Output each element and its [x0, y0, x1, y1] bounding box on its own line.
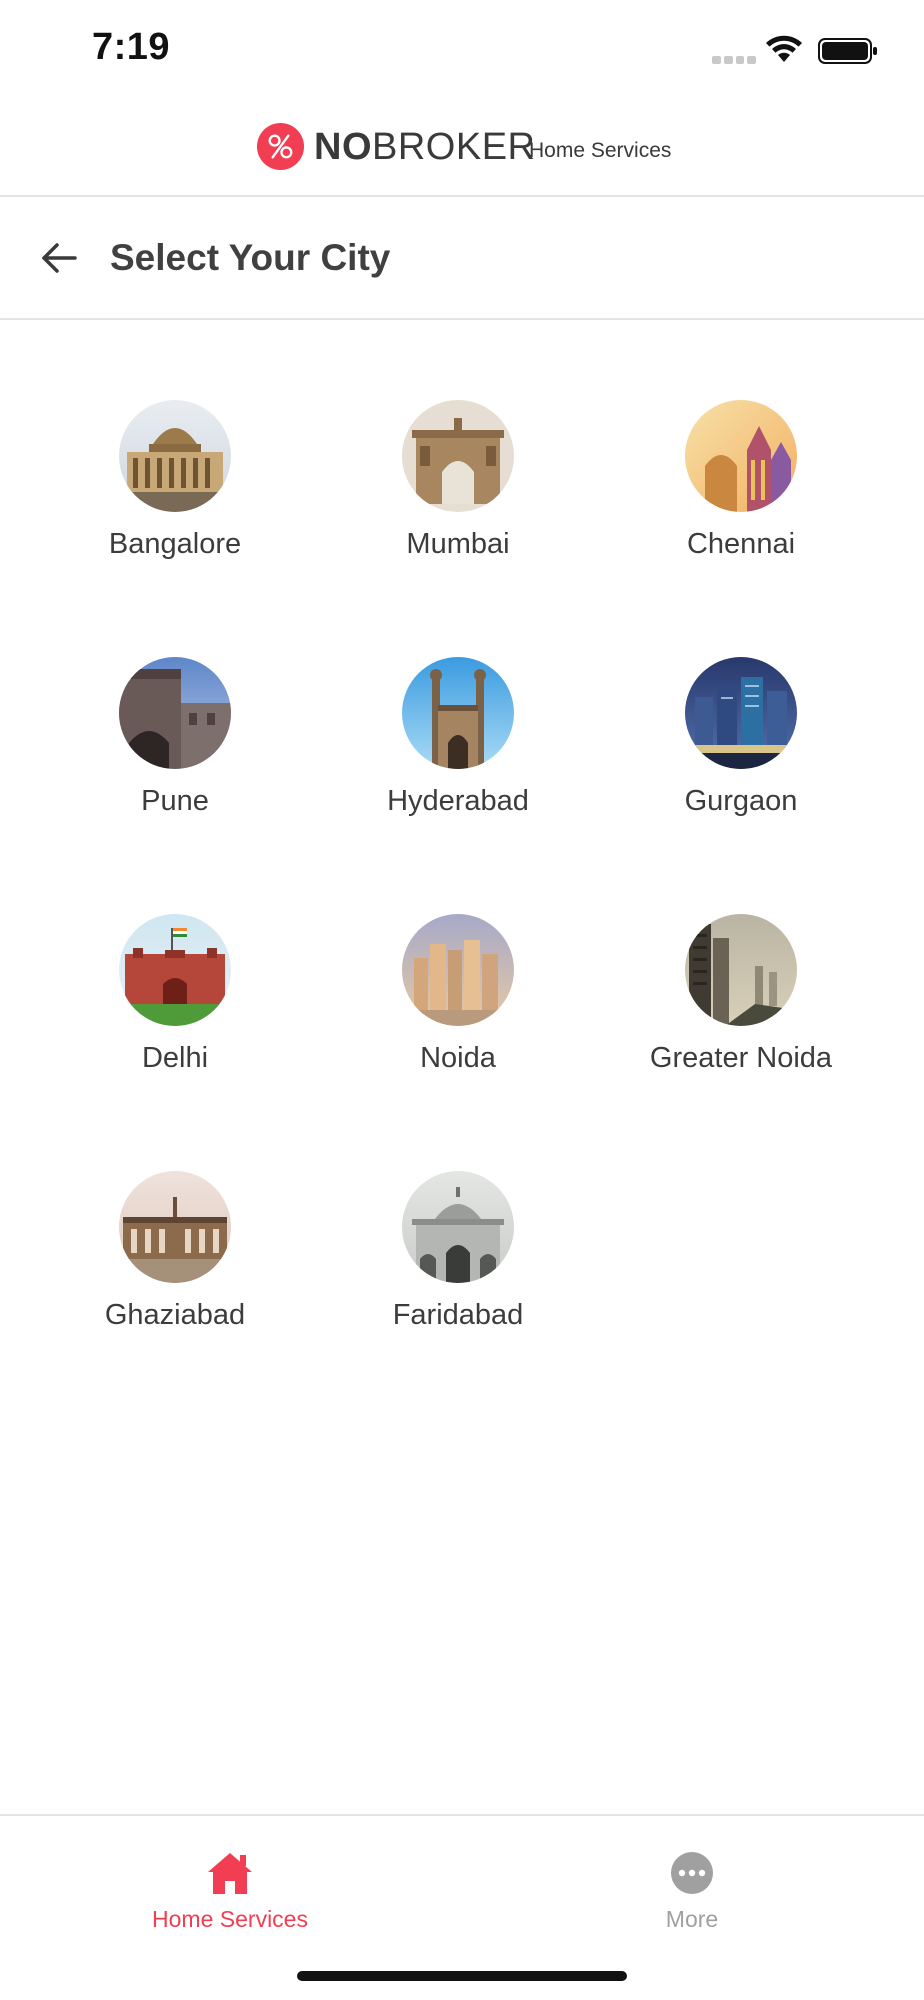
chennai-image — [685, 400, 797, 512]
nav-home-services[interactable]: Home Services — [110, 1832, 350, 1942]
city-pune[interactable]: Pune — [55, 657, 295, 857]
city-name: Greater Noida — [649, 1042, 833, 1074]
hyderabad-image — [402, 657, 514, 769]
more-dots-icon — [671, 1852, 713, 1894]
city-faridabad[interactable]: Faridabad — [338, 1171, 578, 1371]
cellular-signal-icon — [712, 56, 756, 64]
city-name: Noida — [420, 1042, 496, 1074]
city-noida[interactable]: Noida — [338, 914, 578, 1114]
nobroker-logo-icon — [256, 122, 305, 171]
city-name: Chennai — [686, 528, 796, 560]
city-name: Hyderabad — [387, 785, 529, 817]
city-name: Mumbai — [406, 528, 510, 560]
gurgaon-image — [685, 657, 797, 769]
city-ghaziabad[interactable]: Ghaziabad — [55, 1171, 295, 1371]
page-title: Select Your City — [110, 237, 391, 278]
nav-more[interactable]: More — [572, 1832, 812, 1942]
faridabad-image — [402, 1171, 514, 1283]
brand-name: NOBROKER — [314, 126, 536, 168]
arrow-left-icon[interactable] — [38, 237, 80, 279]
city-greater-noida[interactable]: Greater Noida — [621, 914, 861, 1114]
mumbai-image — [402, 400, 514, 512]
city-name: Bangalore — [108, 528, 242, 560]
home-indicator — [297, 1971, 627, 1981]
city-name: Faridabad — [392, 1299, 524, 1331]
page-header: Select Your City — [0, 197, 924, 320]
status-bar: 7:19 — [0, 0, 924, 100]
pune-image — [119, 657, 231, 769]
nav-label: More — [665, 1906, 719, 1932]
ghaziabad-image — [119, 1171, 231, 1283]
bangalore-image — [119, 400, 231, 512]
city-mumbai[interactable]: Mumbai — [338, 400, 578, 600]
city-delhi[interactable]: Delhi — [55, 914, 295, 1114]
city-name: Pune — [141, 785, 209, 817]
wifi-icon — [766, 35, 802, 62]
city-hyderabad[interactable]: Hyderabad — [338, 657, 578, 857]
city-name: Gurgaon — [684, 785, 798, 817]
brand-subtitle: Home Services — [529, 139, 672, 162]
brand-header: NOBROKER Home Services — [0, 100, 924, 197]
city-chennai[interactable]: Chennai — [621, 400, 861, 600]
city-bangalore[interactable]: Bangalore — [55, 400, 295, 600]
battery-icon — [818, 38, 877, 64]
city-name: Ghaziabad — [104, 1299, 246, 1331]
city-name: Delhi — [141, 1042, 209, 1074]
greater-noida-image — [685, 914, 797, 1026]
noida-image — [402, 914, 514, 1026]
delhi-image — [119, 914, 231, 1026]
nav-label: Home Services — [152, 1906, 308, 1932]
city-gurgaon[interactable]: Gurgaon — [621, 657, 861, 857]
status-time: 7:19 — [92, 26, 171, 68]
house-icon — [208, 1853, 252, 1894]
